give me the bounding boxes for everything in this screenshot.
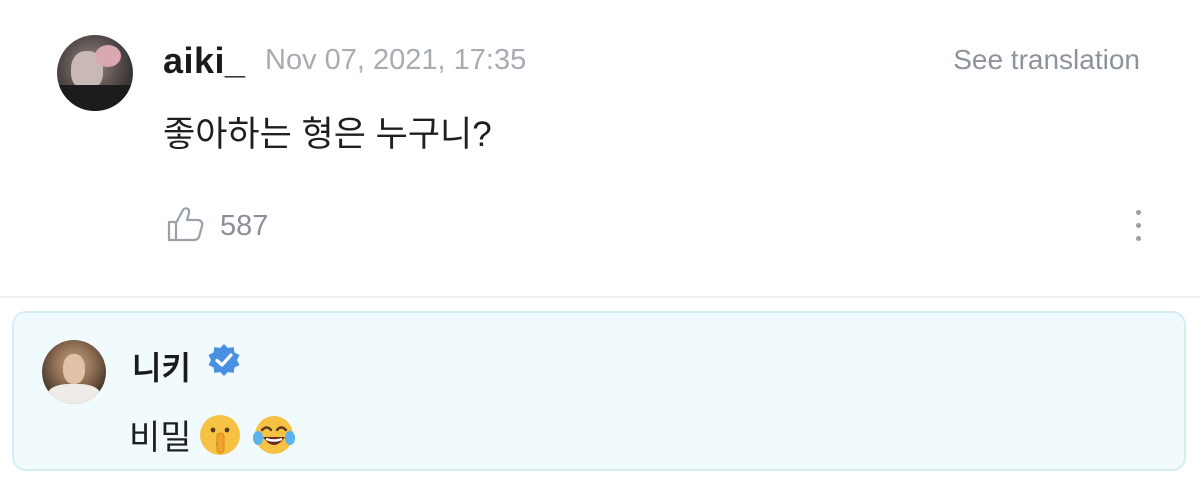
tears-of-joy-emoji [252,415,295,454]
like-button[interactable]: 587 [166,206,268,246]
user-avatar[interactable] [57,35,133,111]
comment-username[interactable]: aiki_ [163,40,246,82]
reply-text: 비밀 [129,419,192,457]
reply-text-row: 비밀 [129,410,296,459]
thumbs-up-icon [166,206,204,247]
reply-card: 니키 비밀 [12,311,1186,471]
verified-badge-icon [208,344,240,376]
comment-text: 좋아하는 형은 누구니? [163,115,492,154]
more-vertical-icon[interactable] [1128,210,1148,248]
shushing-face-emoji [199,414,240,455]
comment-thread: aiki_ Nov 07, 2021, 17:35 See translatio… [0,0,1200,503]
comment-timestamp: Nov 07, 2021, 17:35 [265,44,527,76]
divider [0,296,1200,298]
reply-avatar[interactable] [42,340,106,404]
like-count: 587 [220,209,269,242]
reply-username[interactable]: 니키 [132,343,191,389]
comment-card: aiki_ Nov 07, 2021, 17:35 See translatio… [0,0,1200,296]
see-translation-link[interactable]: See translation [953,44,1140,76]
